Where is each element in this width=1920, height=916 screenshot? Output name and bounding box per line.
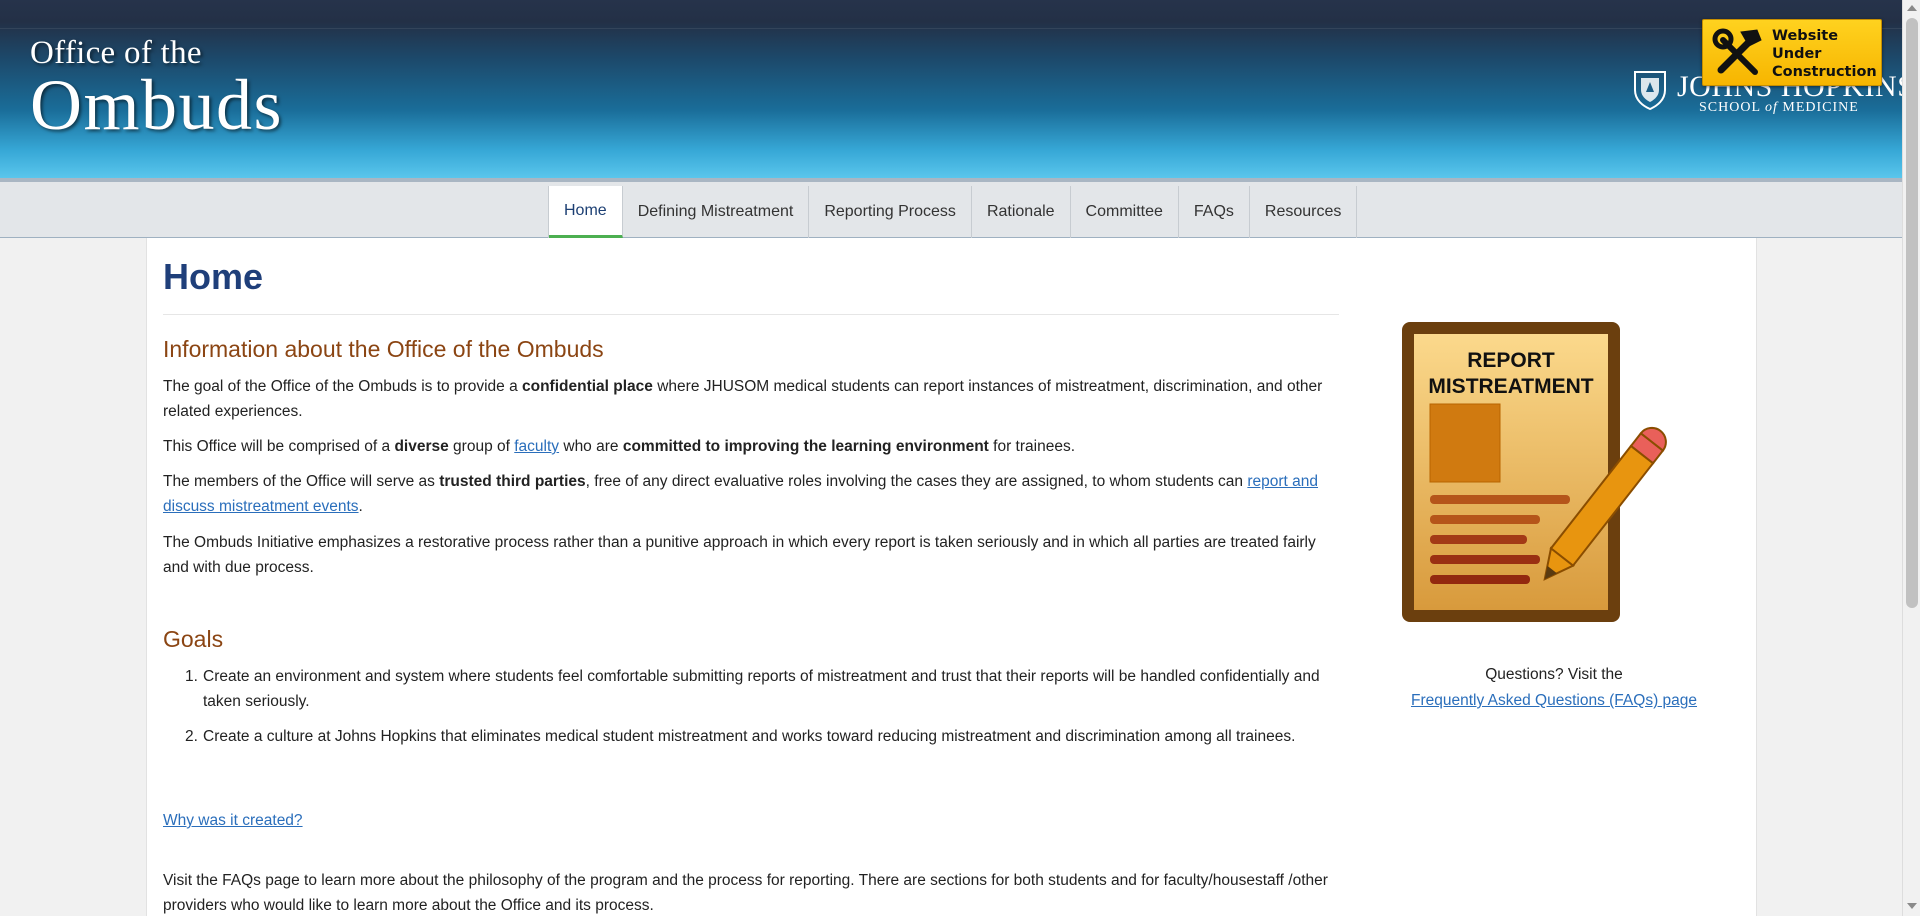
paragraph-faqs: Visit the FAQs page to learn more about …	[163, 872, 1328, 914]
construction-text: Website Under Construction	[1772, 27, 1882, 81]
text-span: .	[358, 498, 363, 515]
construction-line-1: Website	[1772, 28, 1839, 44]
scroll-up-icon[interactable]	[1907, 5, 1917, 11]
content-area: Home Information about the Office of the…	[146, 238, 1757, 916]
paragraph-members: The members of the Office will serve as …	[163, 469, 1339, 519]
faq-page-link[interactable]: Frequently Asked Questions (FAQs) page	[1411, 692, 1697, 709]
nav-item-reporting-process[interactable]: Reporting Process	[809, 186, 972, 238]
jhu-school: SCHOOL of MEDICINE	[1699, 100, 1859, 116]
header-divider	[0, 28, 1902, 29]
text-span: The goal of the Office of the Ombuds is …	[163, 378, 522, 395]
construction-line-2: Under	[1772, 46, 1822, 62]
nav-item-defining-mistreatment[interactable]: Defining Mistreatment	[623, 186, 810, 238]
bold-text: diverse	[394, 438, 449, 455]
page-scrollbar[interactable]	[1902, 0, 1920, 916]
page-title: Home	[163, 256, 264, 297]
nav-item-committee[interactable]: Committee	[1071, 186, 1179, 238]
list-text: Create an environment and system where s…	[203, 668, 1320, 710]
logo-line-2: Ombuds	[30, 65, 284, 145]
main-navigation: Home Defining Mistreatment Reporting Pro…	[0, 178, 1902, 238]
image-text-mistreatment: MISTREATMENT	[1428, 375, 1593, 398]
jhu-school-word: SCHOOL	[1699, 100, 1761, 115]
info-heading: Information about the Office of the Ombu…	[163, 336, 604, 362]
why-paragraph: Why was it created?	[163, 808, 1339, 833]
questions-text: Questions? Visit the	[1485, 666, 1623, 683]
paragraph-office: This Office will be comprised of a diver…	[163, 434, 1339, 459]
paragraph-initiative: The Ombuds Initiative emphasizes a resto…	[163, 534, 1316, 576]
list-text: Create a culture at Johns Hopkins that e…	[203, 728, 1296, 745]
title-divider	[163, 314, 1339, 315]
paragraph-goal: The goal of the Office of the Ombuds is …	[163, 374, 1339, 424]
nav-item-resources[interactable]: Resources	[1250, 186, 1358, 238]
nav-list: Home Defining Mistreatment Reporting Pro…	[548, 186, 1358, 238]
list-item: 2. Create a culture at Johns Hopkins tha…	[163, 724, 1339, 749]
nav-item-rationale[interactable]: Rationale	[972, 186, 1071, 238]
bold-text: confidential place	[522, 378, 653, 395]
list-number: 2.	[185, 728, 198, 745]
scroll-down-icon[interactable]	[1907, 903, 1917, 909]
jhu-school-medicine: MEDICINE	[1782, 100, 1859, 115]
jhu-shield-icon	[1634, 71, 1666, 110]
bold-text: committed to improving the learning envi…	[622, 438, 989, 455]
site-logo[interactable]: Office of the Ombuds	[30, 34, 284, 145]
jhu-school-of: of	[1765, 100, 1778, 115]
report-mistreatment-image[interactable]: REPORT MISTREATMENT	[1402, 322, 1692, 632]
tools-icon	[1712, 28, 1762, 75]
goals-heading: Goals	[163, 626, 224, 652]
questions-block: Questions? Visit the Frequently Asked Qu…	[1359, 662, 1749, 714]
scroll-thumb[interactable]	[1906, 18, 1918, 608]
site-header: Office of the Ombuds JOHNS HOPKINS SCHOO…	[0, 0, 1914, 178]
construction-line-3: Construction	[1772, 64, 1877, 80]
list-number: 1.	[185, 668, 198, 685]
faculty-link[interactable]: faculty	[514, 438, 559, 455]
list-item: 1. Create an environment and system wher…	[163, 664, 1339, 714]
under-construction-badge[interactable]: Website Under Construction	[1702, 19, 1882, 86]
goals-list: 1. Create an environment and system wher…	[163, 664, 1339, 759]
nav-item-faqs[interactable]: FAQs	[1179, 186, 1250, 238]
nav-item-home[interactable]: Home	[549, 186, 623, 238]
bold-text: trusted third parties	[439, 473, 586, 490]
text-span: The members of the Office will serve as	[163, 473, 440, 490]
text-span: group of	[448, 438, 515, 455]
text-span: This Office will be comprised of a	[163, 438, 395, 455]
why-created-link[interactable]: Why was it created?	[163, 812, 303, 829]
text-span: for trainees.	[988, 438, 1075, 455]
text-span: who are	[559, 438, 623, 455]
image-text-report: REPORT	[1467, 349, 1555, 372]
text-span: , free of any direct evaluative roles in…	[585, 473, 1248, 490]
